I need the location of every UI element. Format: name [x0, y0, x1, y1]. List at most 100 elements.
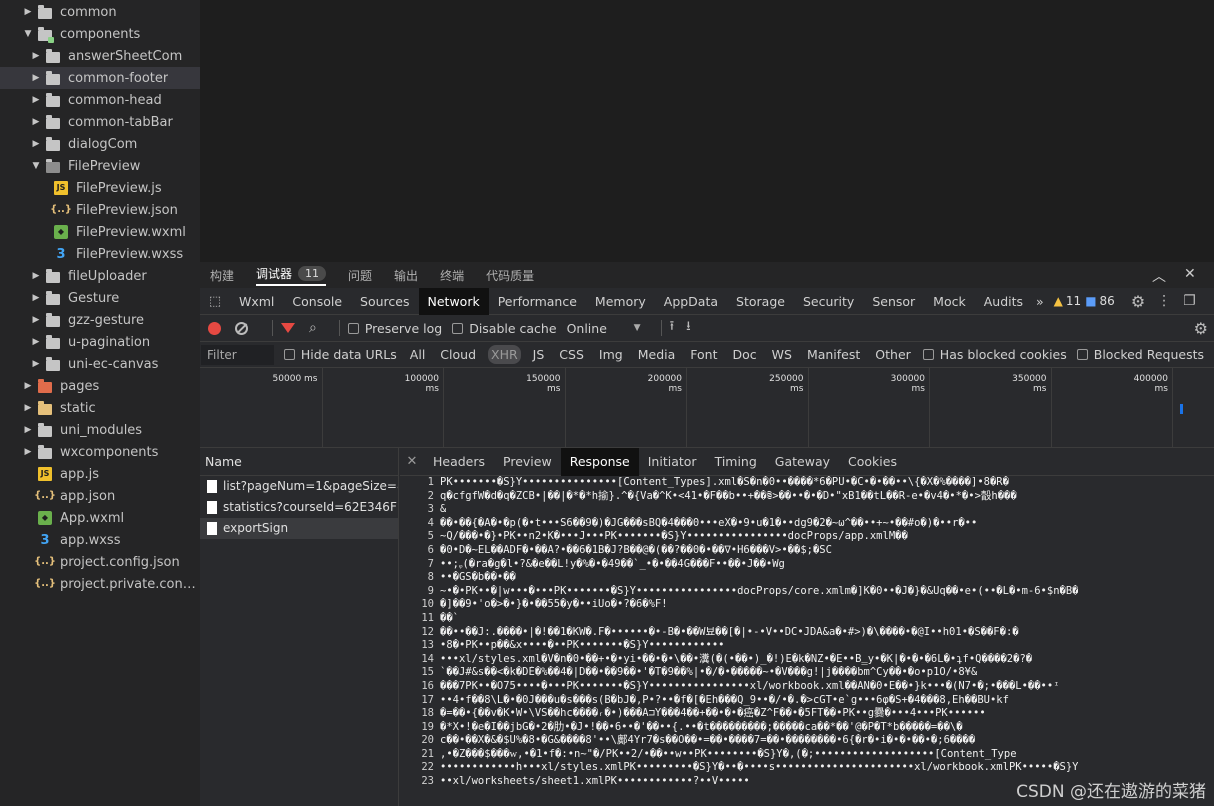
checkbox-box[interactable] — [347, 322, 359, 334]
more-options-icon[interactable]: ⋮ — [1157, 293, 1171, 309]
warning-icon[interactable]: ▲ — [1054, 294, 1063, 308]
panel-tab[interactable]: Performance — [489, 288, 586, 315]
filter-type-button[interactable]: WS — [769, 345, 795, 364]
tree-item[interactable]: ▶ fileUploader — [0, 265, 200, 287]
panel-tab[interactable]: Console — [283, 288, 351, 315]
panel-tab[interactable]: AppData — [655, 288, 727, 315]
tree-item[interactable]: ▶ wxcomponents — [0, 441, 200, 463]
tree-item[interactable]: ▼ FilePreview — [0, 155, 200, 177]
panel-tab[interactable]: Security — [794, 288, 863, 315]
filter-type-button[interactable]: XHR — [488, 345, 521, 364]
tree-item[interactable]: ▶ common-tabBar — [0, 111, 200, 133]
tree-item[interactable]: ▶ u-pagination — [0, 331, 200, 353]
inspect-element-icon[interactable]: ⬚ — [200, 294, 230, 309]
filter-icon[interactable] — [281, 323, 295, 333]
warnings-count[interactable]: 11 — [1066, 294, 1081, 308]
search-icon[interactable]: ⌕ — [309, 320, 317, 336]
checkbox-box[interactable] — [283, 349, 295, 360]
tree-item[interactable]: ▶ common-head — [0, 89, 200, 111]
close-detail-icon[interactable]: ✕ — [400, 454, 424, 469]
blocked-cookies-checkbox[interactable]: Has blocked cookies — [922, 347, 1067, 362]
network-settings-icon[interactable]: ⚙ — [1194, 319, 1208, 338]
more-tabs-icon[interactable]: » — [1032, 288, 1048, 315]
detail-tab[interactable]: Response — [560, 447, 639, 476]
detail-tab[interactable]: Cookies — [839, 448, 906, 476]
request-row[interactable]: exportSign — [200, 518, 398, 539]
devtools-top-tab[interactable]: 调试器 11 — [256, 265, 327, 286]
tree-item[interactable]: ▶ Gesture — [0, 287, 200, 309]
panel-tab[interactable]: Storage — [727, 288, 794, 315]
tree-item[interactable]: {..} project.config.json — [0, 551, 200, 573]
tree-item[interactable]: ▶ uni_modules — [0, 419, 200, 441]
name-column-header[interactable]: Name — [200, 448, 398, 476]
throttle-select[interactable]: Online ▼ — [567, 321, 641, 336]
panel-tab[interactable]: Memory — [586, 288, 655, 315]
tree-item[interactable]: ▼ components — [0, 23, 200, 45]
tree-item[interactable]: ▶ gzz-gesture — [0, 309, 200, 331]
filter-type-button[interactable]: Img — [596, 345, 626, 364]
request-row[interactable]: statistics?courseId=62E346FE-... — [200, 497, 398, 518]
tree-item[interactable]: ▶ static — [0, 397, 200, 419]
filter-type-button[interactable]: Media — [635, 345, 679, 364]
preserve-log-checkbox[interactable]: Preserve log — [347, 321, 442, 336]
detail-tab[interactable]: Timing — [706, 448, 766, 476]
filter-type-button[interactable]: Font — [687, 345, 720, 364]
filter-type-button[interactable]: Cloud — [437, 345, 479, 364]
tree-item[interactable]: ▶ pages — [0, 375, 200, 397]
filter-type-button[interactable]: CSS — [556, 345, 587, 364]
panel-tab[interactable]: Audits — [975, 288, 1032, 315]
tree-item[interactable]: JS app.js — [0, 463, 200, 485]
filter-type-button[interactable]: JS — [530, 345, 548, 364]
checkbox-box[interactable] — [1076, 349, 1088, 360]
filter-type-button[interactable]: All — [407, 345, 429, 364]
settings-icon[interactable]: ⚙ — [1131, 292, 1145, 311]
devtools-top-tab[interactable]: 问题 — [348, 267, 372, 284]
export-har-icon[interactable]: ⭳ — [686, 317, 691, 339]
tree-item[interactable]: ▶ answerSheetCom — [0, 45, 200, 67]
tree-item[interactable]: ▶ dialogCom — [0, 133, 200, 155]
record-icon[interactable] — [208, 321, 221, 335]
devtools-top-tab[interactable]: 终端 — [440, 267, 464, 284]
checkbox-box[interactable] — [452, 322, 464, 334]
import-har-icon[interactable]: ⭱ — [670, 317, 675, 339]
detail-tab[interactable]: Initiator — [639, 448, 706, 476]
response-body[interactable]: 1 PK•••••••�S}Y•••••••••••••••[Content_Ty… — [400, 476, 1214, 806]
filter-type-button[interactable]: Doc — [729, 345, 759, 364]
close-icon[interactable]: ✕ — [1184, 266, 1196, 282]
tree-item[interactable]: {..} app.json — [0, 485, 200, 507]
panel-tab[interactable]: Network — [418, 287, 489, 315]
filter-type-button[interactable]: Other — [872, 345, 914, 364]
blocked-requests-checkbox[interactable]: Blocked Requests — [1076, 347, 1204, 362]
panel-tab[interactable]: Wxml — [230, 288, 283, 315]
dock-side-icon[interactable]: ❐ — [1183, 293, 1196, 309]
collapse-panel-icon[interactable]: ︿ — [1152, 266, 1166, 286]
detail-tab[interactable]: Preview — [494, 448, 561, 476]
filter-type-button[interactable]: Manifest — [804, 345, 863, 364]
panel-tab[interactable]: Mock — [924, 288, 975, 315]
devtools-top-tab[interactable]: 代码质量 — [486, 267, 534, 284]
panel-tab[interactable]: Sensor — [863, 288, 924, 315]
disable-cache-checkbox[interactable]: Disable cache — [452, 321, 557, 336]
clear-icon[interactable] — [235, 321, 248, 335]
tree-item[interactable]: JS FilePreview.js — [0, 177, 200, 199]
devtools-top-tab[interactable]: 输出 — [394, 267, 418, 284]
tree-item[interactable]: ▶ common — [0, 1, 200, 23]
panel-tab[interactable]: Sources — [351, 288, 418, 315]
tree-item[interactable]: {..} project.private.config.js... — [0, 573, 200, 595]
request-row[interactable]: list?pageNum=1&pageSize=8... — [200, 476, 398, 497]
checkbox-box[interactable] — [922, 349, 934, 360]
network-overview[interactable]: 50000 ms 100000 ms 150000 ms 200000 ms 25000… — [200, 368, 1214, 448]
filter-input[interactable]: Filter — [201, 344, 274, 365]
tree-item[interactable]: 3 app.wxss — [0, 529, 200, 551]
detail-tab[interactable]: Gateway — [766, 448, 839, 476]
tree-item[interactable]: ▶ uni-ec-canvas — [0, 353, 200, 375]
tree-item[interactable]: ◆ App.wxml — [0, 507, 200, 529]
messages-count[interactable]: 86 — [1100, 294, 1115, 308]
hide-data-urls-checkbox[interactable]: Hide data URLs — [283, 347, 397, 362]
tree-item[interactable]: ◆ FilePreview.wxml — [0, 221, 200, 243]
tree-item[interactable]: ▶ common-footer — [0, 67, 200, 89]
detail-tab[interactable]: Headers — [424, 448, 494, 476]
message-icon[interactable]: ■ — [1085, 294, 1096, 308]
tree-item[interactable]: {..} FilePreview.json — [0, 199, 200, 221]
devtools-top-tab[interactable]: 构建 — [210, 267, 234, 284]
